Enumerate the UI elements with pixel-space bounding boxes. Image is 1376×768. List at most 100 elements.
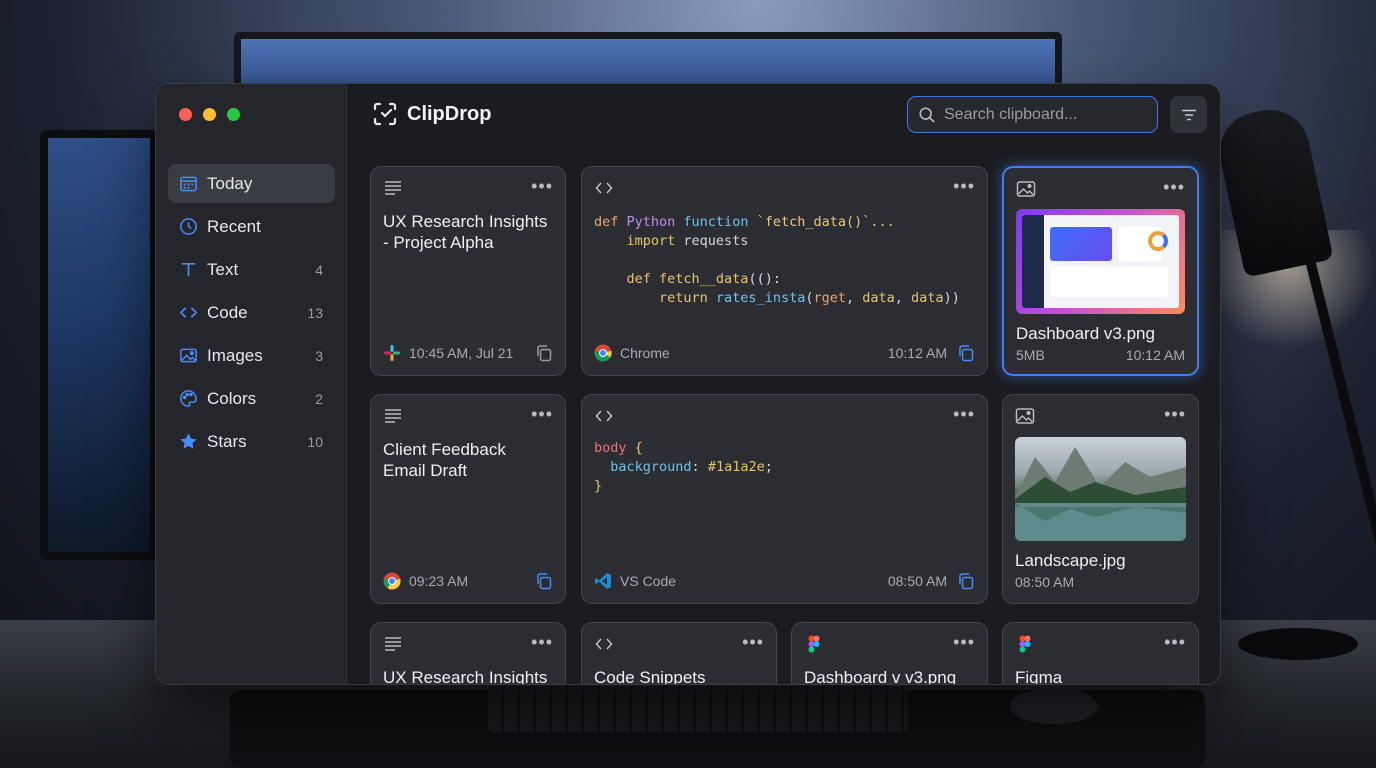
copy-icon[interactable] bbox=[957, 572, 975, 590]
text-t-icon bbox=[178, 260, 198, 280]
sidebar-item-colors[interactable]: Colors 2 bbox=[168, 379, 335, 418]
copy-icon[interactable] bbox=[535, 344, 553, 362]
clip-card-client-feedback[interactable]: ••• Client Feedback Email Draft 09:23 AM bbox=[370, 394, 566, 604]
search-input[interactable] bbox=[944, 105, 1157, 124]
source-app-name: VS Code bbox=[620, 573, 677, 589]
sidebar-item-label: Colors bbox=[207, 388, 257, 408]
code-token: { bbox=[626, 440, 643, 456]
code-token: return bbox=[594, 290, 708, 306]
code-brackets-icon bbox=[594, 635, 614, 653]
clip-card-figma[interactable]: ••• Figma bbox=[1002, 622, 1199, 685]
code-brackets-icon bbox=[594, 179, 614, 197]
clip-card-code-snippets[interactable]: ••• Code Snippets bbox=[581, 622, 777, 685]
more-options-icon[interactable]: ••• bbox=[953, 405, 975, 423]
clip-card-dashboard-figma[interactable]: ••• Dashboard v v3.png bbox=[791, 622, 988, 684]
window-controls bbox=[179, 108, 240, 121]
code-token: , bbox=[846, 290, 863, 306]
sidebar-item-count: 10 bbox=[307, 433, 323, 450]
code-snippet: def Python function `fetch_data()`... im… bbox=[594, 213, 975, 308]
code-token: ; bbox=[764, 459, 773, 475]
more-options-icon[interactable]: ••• bbox=[531, 633, 553, 651]
vscode-icon bbox=[594, 572, 612, 590]
clip-card-landscape-image[interactable]: ••• Landscape.jpg 08:50 AM bbox=[1002, 394, 1199, 604]
clip-card-css-code[interactable]: ••• body { background: #1a1a2e; } VS Cod… bbox=[581, 394, 988, 604]
code-token: body bbox=[594, 440, 627, 456]
more-options-icon[interactable]: ••• bbox=[742, 633, 764, 651]
dashboard-mockup bbox=[1022, 215, 1179, 308]
clip-footer: 10:45 AM, Jul 21 bbox=[383, 343, 553, 363]
code-token: `fetch_data()`... bbox=[748, 214, 895, 230]
image-icon bbox=[178, 346, 198, 366]
code-token: rget bbox=[813, 290, 846, 306]
code-line: body { bbox=[594, 440, 643, 456]
code-token: data bbox=[862, 290, 895, 306]
sidebar-item-code[interactable]: Code 13 bbox=[168, 293, 335, 332]
image-size: 5MB bbox=[1016, 347, 1045, 363]
close-window-button[interactable] bbox=[179, 108, 192, 121]
code-token: Python bbox=[618, 214, 684, 230]
clip-title: Dashboard v3.png bbox=[1016, 324, 1155, 343]
chrome-icon bbox=[383, 572, 401, 590]
code-token: background bbox=[594, 459, 692, 475]
zoom-window-button[interactable] bbox=[227, 108, 240, 121]
search-box[interactable] bbox=[907, 96, 1158, 133]
keyboard bbox=[488, 686, 908, 732]
sidebar-item-label: Stars bbox=[207, 431, 247, 451]
code-brackets-icon bbox=[178, 303, 198, 323]
code-token: import bbox=[594, 233, 676, 249]
mountain-lake-picture bbox=[1015, 447, 1186, 541]
more-options-icon[interactable]: ••• bbox=[953, 177, 975, 195]
sidebar-item-today[interactable]: Today bbox=[168, 164, 335, 203]
app-window: Today Recent Text 4 Code 13 Images 3 Col… bbox=[155, 83, 1221, 685]
sidebar-item-count: 3 bbox=[315, 347, 323, 364]
sidebar-item-count: 13 bbox=[307, 304, 323, 321]
more-options-icon[interactable]: ••• bbox=[531, 177, 553, 195]
text-lines-icon bbox=[383, 407, 403, 425]
code-line: return rates_insta(rget, data, data)) bbox=[594, 290, 960, 306]
more-options-icon[interactable]: ••• bbox=[1164, 405, 1186, 423]
code-token: requests bbox=[675, 233, 749, 249]
image-icon bbox=[1016, 180, 1036, 198]
clip-footer: Chrome 10:12 AM bbox=[594, 343, 975, 363]
code-line: def fetch__data((): bbox=[594, 271, 781, 287]
clock-icon bbox=[178, 217, 198, 237]
sidebar-item-label: Code bbox=[207, 302, 248, 322]
filter-button[interactable] bbox=[1170, 96, 1207, 133]
clip-time: 10:45 AM, Jul 21 bbox=[409, 345, 514, 361]
clip-footer: 09:23 AM bbox=[383, 571, 553, 591]
clip-card-python-code[interactable]: ••• def Python function `fetch_data()`..… bbox=[581, 166, 988, 376]
text-lines-icon bbox=[383, 179, 403, 197]
mockup-sidebar bbox=[1022, 215, 1044, 308]
minimize-window-button[interactable] bbox=[203, 108, 216, 121]
clip-card-ux-research-2[interactable]: ••• UX Research Insights - bbox=[370, 622, 566, 684]
clip-card-dashboard-image[interactable]: ••• Dashboard v3.png 5MB 10:12 AM bbox=[1002, 166, 1199, 376]
more-options-icon[interactable]: ••• bbox=[1164, 633, 1186, 651]
clip-title: Figma bbox=[1015, 668, 1063, 685]
clip-title: Landscape.jpg bbox=[1015, 551, 1126, 570]
more-options-icon[interactable]: ••• bbox=[1163, 178, 1185, 196]
more-options-icon[interactable]: ••• bbox=[953, 633, 975, 651]
calendar-icon bbox=[178, 174, 198, 194]
sidebar-item-stars[interactable]: Stars 10 bbox=[168, 422, 335, 461]
clip-title: Code Snippets bbox=[594, 668, 706, 685]
slack-icon bbox=[383, 344, 401, 362]
clip-card-ux-research[interactable]: ••• UX Research Insights - Project Alpha… bbox=[370, 166, 566, 376]
sidebar-item-label: Text bbox=[207, 259, 239, 279]
more-options-icon[interactable]: ••• bbox=[531, 405, 553, 423]
sidebar-item-recent[interactable]: Recent bbox=[168, 207, 335, 246]
copy-icon[interactable] bbox=[535, 572, 553, 590]
landscape-thumbnail bbox=[1015, 437, 1186, 541]
code-line: background: #1a1a2e; bbox=[594, 459, 773, 475]
sidebar-item-label: Today bbox=[207, 173, 253, 193]
source-app-name: Chrome bbox=[620, 345, 670, 361]
sidebar: Today Recent Text 4 Code 13 Images 3 Col… bbox=[156, 84, 347, 684]
lamp-base bbox=[1238, 628, 1358, 660]
copy-icon[interactable] bbox=[957, 344, 975, 362]
code-brackets-icon bbox=[594, 407, 614, 425]
sidebar-item-text[interactable]: Text 4 bbox=[168, 250, 335, 289]
text-lines-icon bbox=[383, 635, 403, 653]
sidebar-item-images[interactable]: Images 3 bbox=[168, 336, 335, 375]
code-token: def bbox=[594, 214, 619, 230]
dashboard-thumbnail bbox=[1016, 209, 1185, 314]
clip-time: 10:12 AM bbox=[1125, 347, 1185, 363]
